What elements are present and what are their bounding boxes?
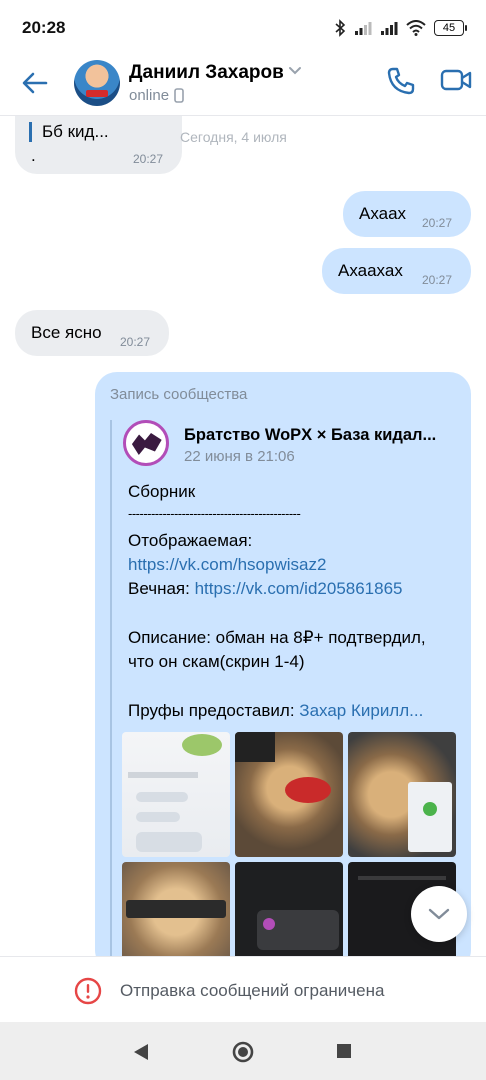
reply-marker xyxy=(29,122,32,142)
bluetooth-icon xyxy=(335,19,346,37)
chat-header: Даниил Захаров online xyxy=(0,56,486,116)
restriction-text: Отправка сообщений ограничена xyxy=(120,981,385,1000)
video-camera-icon[interactable] xyxy=(440,68,472,92)
battery-icon: 45 xyxy=(434,20,467,36)
post-link[interactable]: https://vk.com/hsopwisaz2 xyxy=(128,553,463,577)
presence-status: online xyxy=(129,87,184,104)
nav-recents-icon[interactable] xyxy=(336,1043,352,1059)
wifi-icon xyxy=(406,20,426,36)
post-line: Пруфы предоставил: Захар Кирилл... xyxy=(128,699,463,723)
chevron-down-icon[interactable] xyxy=(288,66,302,76)
battery-level: 45 xyxy=(442,22,456,34)
post-date: 22 июня в 21:06 xyxy=(184,448,295,465)
message-bubble[interactable]: Ахаах 20:27 xyxy=(343,191,471,237)
message-bubble[interactable]: Все ясно 20:27 xyxy=(15,310,169,356)
mobile-icon xyxy=(174,88,184,103)
photo-thumbnail[interactable] xyxy=(122,862,230,956)
group-name[interactable]: Братство WoPX × База кидал... xyxy=(184,426,454,445)
post-link[interactable]: https://vk.com/id205861865 xyxy=(195,579,403,598)
shared-post[interactable]: Запись сообщества Братство WoPX × База к… xyxy=(95,372,471,956)
message-text: Бб кид... xyxy=(42,122,109,141)
photo-thumbnail[interactable] xyxy=(235,732,343,857)
post-line: Описание: обман на 8₽+ подтвердил, xyxy=(128,627,426,647)
message-text: Все ясно xyxy=(31,323,102,342)
alert-circle-icon xyxy=(74,977,102,1005)
message-time: 20:27 xyxy=(422,216,453,230)
signal-icon xyxy=(355,22,372,35)
signal-icon xyxy=(381,22,398,35)
post-quote-line xyxy=(110,420,112,956)
eternal-label: Вечная: xyxy=(128,579,190,599)
proofs-users[interactable]: Захар Кирилл... xyxy=(299,701,423,720)
post-blank xyxy=(128,674,463,698)
post-line: Отображаемая: xyxy=(128,530,253,550)
status-time: 20:28 xyxy=(22,18,66,37)
nav-back-icon[interactable] xyxy=(132,1042,150,1062)
presence-text: online xyxy=(129,87,170,104)
proofs-label: Пруфы предоставил: xyxy=(128,700,295,720)
message-text: . xyxy=(31,146,36,165)
chevron-down-icon xyxy=(428,908,450,920)
photo-thumbnail[interactable] xyxy=(122,732,230,857)
post-line: Сборник xyxy=(128,482,196,501)
photo-thumbnail[interactable] xyxy=(235,862,343,956)
post-line: что он скам(скрин 1-4) xyxy=(128,652,305,672)
post-line: Вечная: https://vk.com/id205861865 xyxy=(128,577,463,601)
message-list[interactable]: Бб кид... . 20:27 Сегодня, 4 июля Ахаах … xyxy=(0,116,486,956)
nav-home-icon[interactable] xyxy=(231,1040,255,1064)
post-blank xyxy=(128,601,463,625)
status-bar: 20:28 45 xyxy=(0,0,486,56)
scroll-down-button[interactable] xyxy=(411,886,467,942)
message-bubble[interactable]: Ахаахах 20:27 xyxy=(322,248,471,294)
photo-thumbnail[interactable] xyxy=(348,732,456,857)
arrow-left-icon[interactable] xyxy=(20,68,50,98)
phone-icon[interactable] xyxy=(386,66,416,96)
message-bubble[interactable]: Бб кид... . 20:27 xyxy=(15,116,182,174)
day-separator: Сегодня, 4 июля xyxy=(180,129,287,145)
status-icons: 45 xyxy=(334,19,467,37)
post-label: Запись сообщества xyxy=(110,386,248,403)
message-time: 20:27 xyxy=(133,152,164,166)
message-text: Ахаах xyxy=(359,204,407,223)
post-text: Сборник --------------------------------… xyxy=(128,480,463,723)
avatar[interactable] xyxy=(74,60,120,106)
message-text: Ахаахах xyxy=(338,261,403,280)
group-avatar[interactable] xyxy=(123,420,169,466)
contact-name[interactable]: Даниил Захаров xyxy=(129,62,284,84)
message-time: 20:27 xyxy=(422,273,453,287)
post-divider: ----------------------------------------… xyxy=(128,506,301,522)
system-nav-bar xyxy=(0,1022,486,1080)
message-time: 20:27 xyxy=(120,335,151,349)
message-restriction-bar: Отправка сообщений ограничена xyxy=(0,956,486,1022)
